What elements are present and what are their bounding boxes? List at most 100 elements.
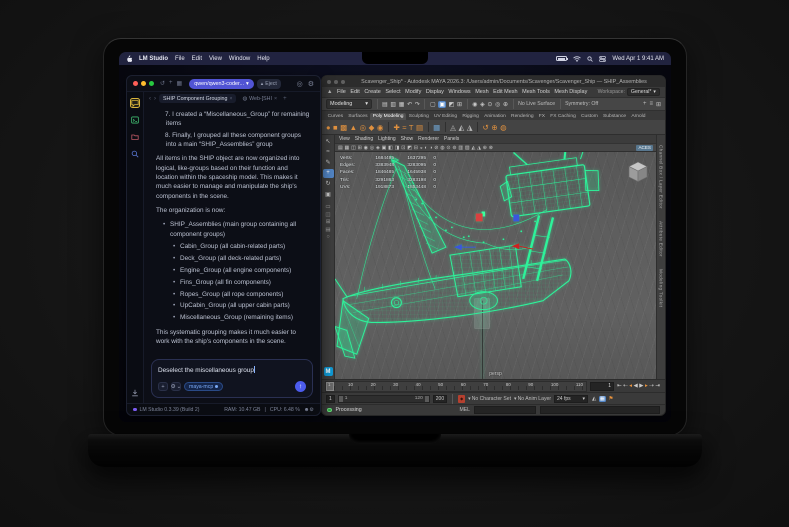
- menu-edit[interactable]: Edit: [192, 56, 202, 62]
- maya-menu-item[interactable]: Display: [426, 89, 444, 95]
- minimize-window-button[interactable]: [141, 81, 146, 86]
- maya-menu-item[interactable]: Mesh: [475, 89, 488, 95]
- maya-mcp-plugin-pill[interactable]: maya-mcp: [184, 382, 223, 391]
- chat-composer[interactable]: Deselect the miscellaneous group + ⚙⌄ ma…: [151, 359, 313, 398]
- shelf-tab[interactable]: Curves: [325, 113, 346, 120]
- animation-end-field[interactable]: 200: [433, 395, 447, 403]
- control-center-icon[interactable]: [599, 56, 606, 62]
- tool-icon[interactable]: ✎: [323, 158, 334, 168]
- symmetry-dropdown[interactable]: Symmetry: Off: [565, 101, 598, 107]
- sidebar-developer-icon[interactable]: [130, 115, 140, 125]
- panel-toolbar-icon[interactable]: ⊚: [452, 145, 456, 151]
- snap-icon[interactable]: ⊕: [503, 101, 508, 108]
- timeline-ruler[interactable]: 1102030405060708090100110: [325, 381, 587, 392]
- file-op-icon[interactable]: ▤: [382, 101, 388, 108]
- panel-toolbar-icon[interactable]: ⊞: [358, 145, 362, 151]
- menu-file[interactable]: File: [175, 56, 185, 62]
- playback-button[interactable]: ⇠: [623, 383, 628, 389]
- layout-icon[interactable]: ◫: [325, 212, 330, 218]
- shelf-tab[interactable]: Sculpting: [406, 113, 431, 120]
- menu-view[interactable]: View: [209, 56, 222, 62]
- lm-settings-icon[interactable]: ◎: [297, 80, 303, 88]
- menu-help[interactable]: Help: [257, 56, 269, 62]
- panel-menu-item[interactable]: Show: [401, 136, 414, 142]
- apple-logo-icon[interactable]: [126, 55, 132, 62]
- playback-button[interactable]: ⇥: [655, 383, 660, 389]
- close-tab-icon[interactable]: ×: [229, 96, 232, 102]
- viewport-3d[interactable]: Verts:168449516372950 Edges:338394832830…: [335, 152, 656, 379]
- layout-icon[interactable]: ⊞: [325, 219, 330, 225]
- playback-button[interactable]: ⇤: [617, 383, 622, 389]
- poly-primitive-icon[interactable]: ■: [333, 123, 338, 132]
- panel-toolbar-icon[interactable]: ▨: [465, 145, 470, 151]
- close-window-button[interactable]: [133, 81, 138, 86]
- maya-menu-item[interactable]: Windows: [448, 89, 470, 95]
- panel-toolbar-icon[interactable]: ▥: [458, 145, 463, 151]
- selection-mode-icon[interactable]: ▣: [438, 101, 446, 108]
- animation-start-field[interactable]: 1: [326, 395, 335, 403]
- shelf-tab[interactable]: Substance: [600, 113, 628, 120]
- tab-ship-component-grouping[interactable]: SHIP Component Grouping ×: [159, 94, 236, 103]
- layout-icon[interactable]: ○: [325, 234, 330, 240]
- playback-button[interactable]: ▸: [645, 383, 648, 389]
- poly-primitive-icon[interactable]: ▩: [340, 123, 347, 132]
- downloads-icon[interactable]: [130, 388, 140, 398]
- maya-menu-item[interactable]: Mesh Tools: [522, 89, 550, 95]
- panel-toolbar-icon[interactable]: ▦: [345, 145, 350, 151]
- maya-app-icon[interactable]: ▲: [327, 89, 332, 95]
- close-tab-icon[interactable]: ×: [274, 96, 277, 102]
- maya-menu-item[interactable]: Edit Mesh: [493, 89, 517, 95]
- panel-menu-item[interactable]: Renderer: [418, 136, 439, 142]
- file-op-icon[interactable]: ↶: [407, 101, 412, 108]
- toolbar-right-icon[interactable]: ≡: [649, 101, 653, 108]
- shelf-tab[interactable]: Arnold: [629, 113, 648, 120]
- view-cube[interactable]: [626, 160, 650, 184]
- loaded-model-pill[interactable]: qwen/qwen3-coder... ▾: [189, 79, 253, 89]
- zoom-window-button[interactable]: [149, 81, 154, 86]
- fps-dropdown[interactable]: 24 fps▾: [554, 395, 588, 403]
- mel-label[interactable]: MEL: [460, 407, 470, 413]
- rigging-icon[interactable]: ◭: [458, 123, 464, 132]
- uv-tool-icon[interactable]: ▦: [433, 123, 440, 132]
- layout-icon[interactable]: ▭: [325, 204, 330, 210]
- maya-menu-item[interactable]: Create: [364, 89, 381, 95]
- menu-bar-clock[interactable]: Wed Apr 1 9:41 AM: [612, 56, 664, 62]
- right-dock-tab[interactable]: Attribute Editor: [659, 221, 664, 257]
- file-op-icon[interactable]: ▦: [399, 101, 405, 108]
- panel-toolbar-icon[interactable]: ◧: [388, 145, 393, 151]
- poly-primitive-icon[interactable]: ◆: [369, 123, 375, 132]
- rigging-icon[interactable]: ◬: [450, 123, 456, 132]
- panel-toolbar-icon[interactable]: ◍: [440, 145, 444, 151]
- file-op-icon[interactable]: ↷: [415, 101, 420, 108]
- range-bar-icon[interactable]: ▦: [599, 396, 606, 402]
- poly-primitive-icon[interactable]: ◉: [377, 123, 384, 132]
- playback-button[interactable]: ◂: [629, 383, 632, 389]
- lm-header-icon[interactable]: ▦: [177, 80, 183, 87]
- panel-menu-item[interactable]: Panels: [444, 136, 459, 142]
- current-time-field[interactable]: 1: [590, 382, 614, 391]
- poly-tool-icon[interactable]: T: [409, 123, 414, 132]
- close-window-button[interactable]: [327, 80, 331, 84]
- file-op-icon[interactable]: ▥: [390, 101, 396, 108]
- sidebar-my-models-icon[interactable]: [130, 132, 140, 142]
- attach-file-button[interactable]: +: [158, 382, 168, 391]
- shelf-tab[interactable]: FX: [536, 113, 547, 120]
- panel-toolbar-icon[interactable]: ◫: [351, 145, 356, 151]
- tab-nav-forward-icon[interactable]: ›: [154, 96, 156, 102]
- anim-layer-dropdown[interactable]: ▾No Anim Layer: [514, 396, 551, 402]
- panel-toolbar-icon[interactable]: ◐: [425, 145, 428, 151]
- panel-toolbar-icon[interactable]: ⊟: [414, 145, 418, 151]
- character-set-dropdown[interactable]: ▾No Character Set: [468, 396, 511, 402]
- snap-icon[interactable]: ◎: [495, 101, 500, 108]
- panel-toolbar-icon[interactable]: ▤: [338, 145, 343, 151]
- range-bar-icon[interactable]: ⚑: [608, 396, 613, 402]
- eject-model-button[interactable]: ▴ Eject: [257, 79, 281, 89]
- poly-tool-icon[interactable]: ≈: [402, 123, 406, 132]
- set-key-icon[interactable]: ◆: [458, 395, 465, 403]
- toolbar-right-icon[interactable]: ⊞: [656, 101, 661, 108]
- selection-mode-icon[interactable]: ◩: [449, 101, 455, 108]
- selection-mode-icon[interactable]: ⊞: [457, 101, 462, 108]
- poly-primitive-icon[interactable]: ◎: [360, 123, 367, 132]
- right-dock-tab[interactable]: Channel Box / Layer Editor: [659, 145, 664, 209]
- misc-shelf-icon[interactable]: ◍: [500, 123, 507, 132]
